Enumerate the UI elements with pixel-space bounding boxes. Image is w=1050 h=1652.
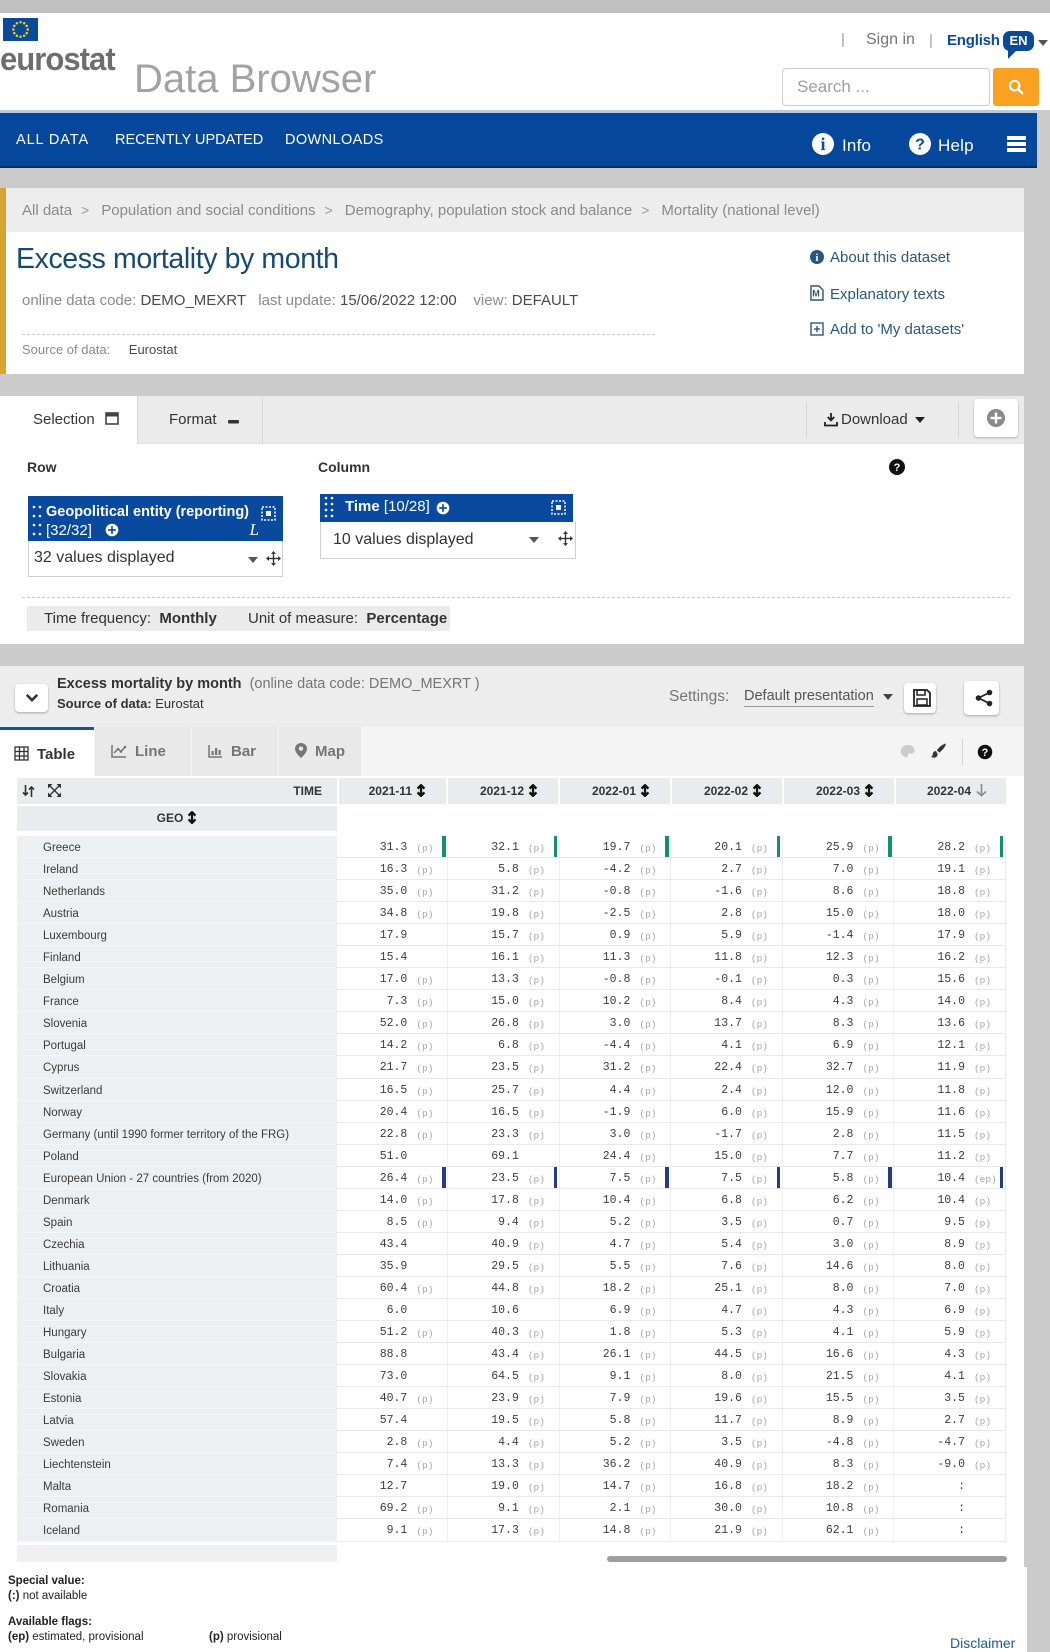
svg-text:?: ?: [894, 462, 901, 474]
svg-text:?: ?: [915, 137, 925, 154]
svg-text:i: i: [816, 253, 819, 264]
svg-text:?: ?: [982, 747, 989, 759]
svg-text:M: M: [812, 289, 820, 299]
svg-text:i: i: [820, 134, 825, 154]
